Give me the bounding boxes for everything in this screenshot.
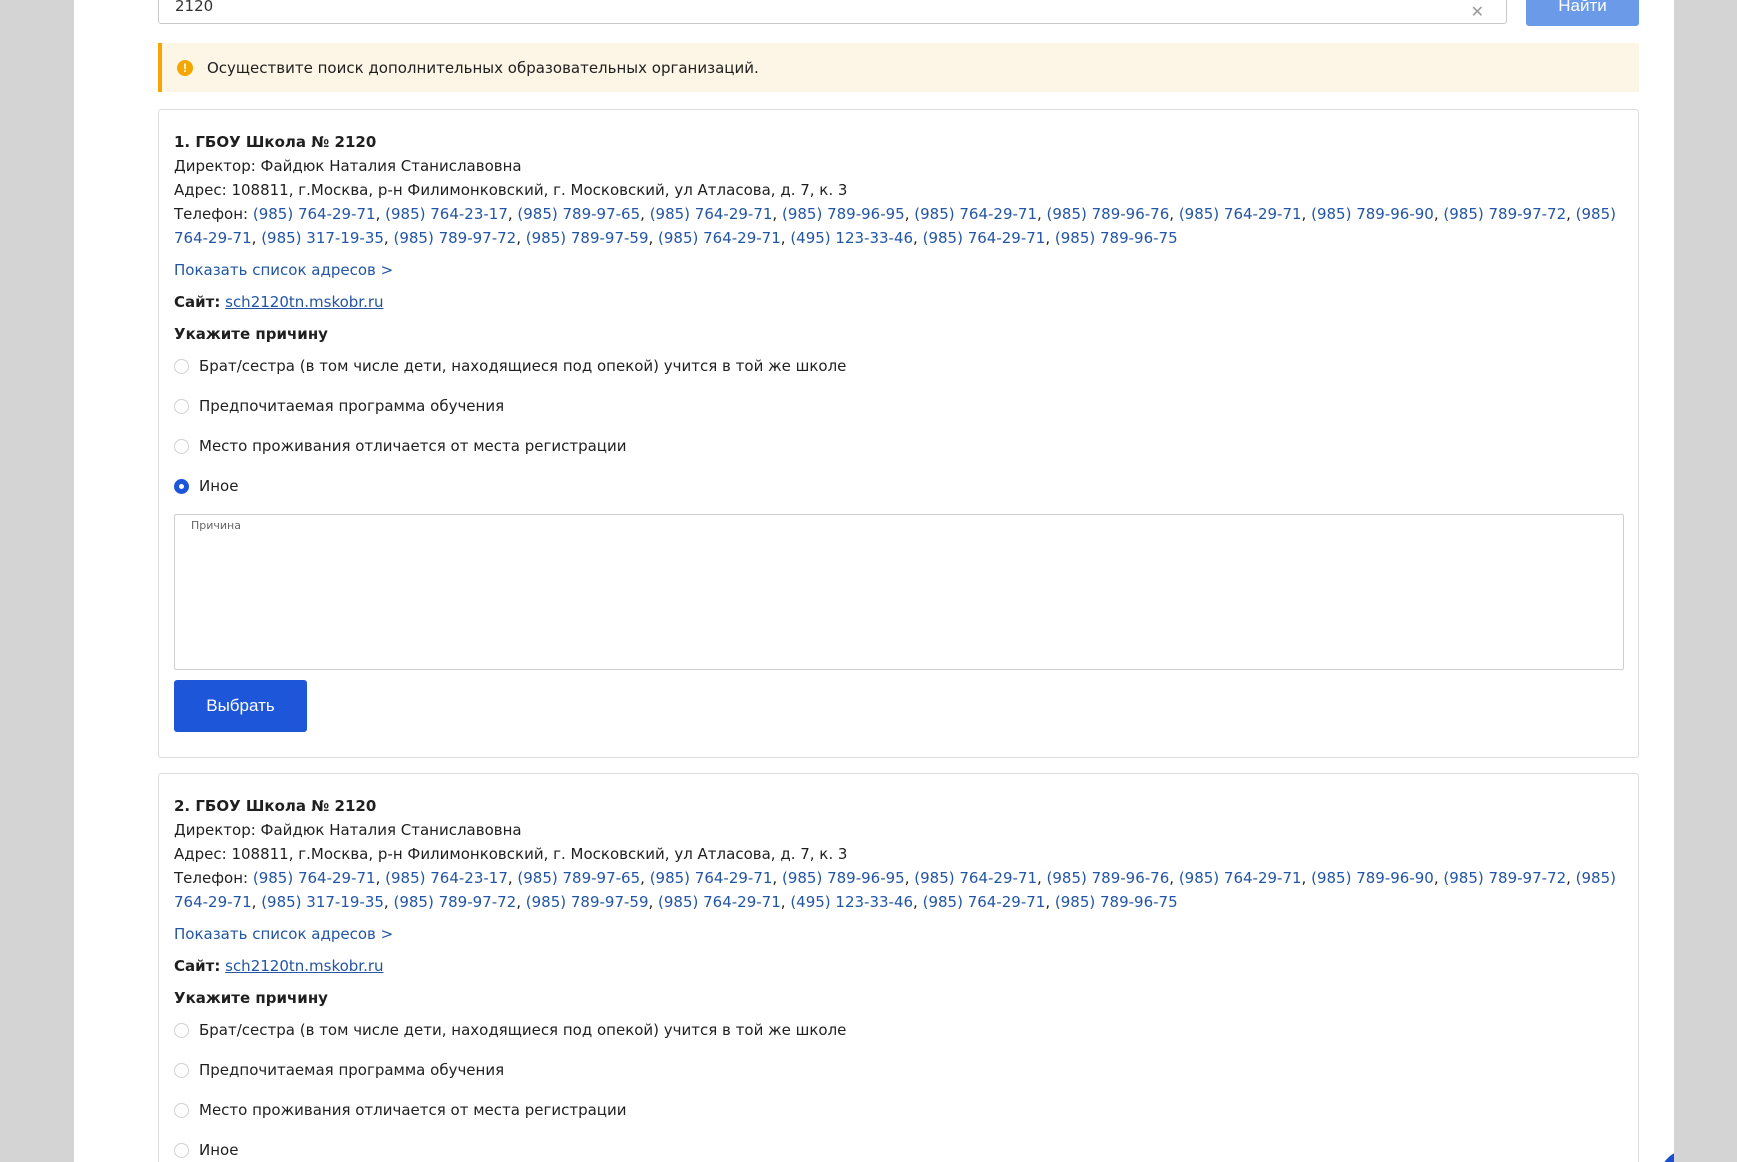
radio-button[interactable] <box>174 1102 189 1118</box>
phone-link[interactable]: (985) 789-96-76 <box>1047 205 1170 223</box>
school-director: Директор: Файдюк Наталия Станиславовна <box>174 157 522 175</box>
phone-link[interactable]: (985) 764-29-71 <box>923 893 1046 911</box>
search-input[interactable]: 2120 ✕ <box>158 0 1507 24</box>
info-notice: ! Осуществите поиск дополнительных образ… <box>158 43 1639 92</box>
reason-label: Предпочитаемая программа обучения <box>199 397 505 415</box>
reason-option[interactable]: Место проживания отличается от места рег… <box>174 1090 1624 1130</box>
reason-option[interactable]: Брат/сестра (в том числе дети, находящие… <box>174 346 1624 386</box>
reason-label: Иное <box>199 1141 239 1159</box>
phone-link[interactable]: (985) 789-96-75 <box>1055 229 1178 247</box>
reason-option[interactable]: Предпочитаемая программа обучения <box>174 1050 1624 1090</box>
radio-button[interactable] <box>174 1062 189 1078</box>
phone-link[interactable]: (985) 764-29-71 <box>658 229 781 247</box>
school-director: Директор: Файдюк Наталия Станиславовна <box>174 821 522 839</box>
phone-link[interactable]: (985) 789-97-72 <box>393 893 516 911</box>
page-content: 2120 ✕ Найти ! Осуществите поиск дополни… <box>74 0 1674 1162</box>
notice-text: Осуществите поиск дополнительных образов… <box>207 58 759 77</box>
phone-link[interactable]: (985) 764-29-71 <box>253 869 376 887</box>
radio-button[interactable] <box>174 358 189 374</box>
radio-button[interactable] <box>174 1022 189 1038</box>
reason-label: Брат/сестра (в том числе дети, находящие… <box>199 357 847 375</box>
phone-link[interactable]: (985) 764-29-71 <box>253 205 376 223</box>
phone-link[interactable]: (985) 764-29-71 <box>923 229 1046 247</box>
select-button[interactable]: Выбрать <box>174 680 307 732</box>
phone-link[interactable]: (985) 789-97-59 <box>526 229 649 247</box>
search-value: 2120 <box>175 0 214 15</box>
phone-link[interactable]: (985) 764-29-71 <box>914 205 1037 223</box>
phone-link[interactable]: (985) 764-29-71 <box>1179 869 1302 887</box>
site-label: Сайт: <box>174 957 221 975</box>
reason-title: Укажите причину <box>174 325 328 343</box>
phone-link[interactable]: (985) 789-97-72 <box>393 229 516 247</box>
phone-prefix: Телефон: <box>174 869 253 887</box>
phone-link[interactable]: (985) 764-23-17 <box>385 205 508 223</box>
radio-button[interactable] <box>174 438 189 454</box>
phone-link[interactable]: (985) 789-97-72 <box>1443 869 1566 887</box>
phone-link[interactable]: (985) 764-29-71 <box>650 869 773 887</box>
reason-title: Укажите причину <box>174 989 328 1007</box>
clear-icon[interactable]: ✕ <box>1471 0 1484 31</box>
reason-option[interactable]: Предпочитаемая программа обучения <box>174 386 1624 426</box>
phone-link[interactable]: (985) 764-29-71 <box>658 893 781 911</box>
phone-link[interactable]: (985) 789-96-90 <box>1311 869 1434 887</box>
radio-button-selected[interactable] <box>174 478 189 494</box>
phone-link[interactable]: (985) 764-23-17 <box>385 869 508 887</box>
radio-button[interactable] <box>174 398 189 414</box>
reason-label: Место проживания отличается от места рег… <box>199 437 627 455</box>
warning-icon: ! <box>177 59 193 76</box>
phone-link[interactable]: (985) 764-29-71 <box>914 869 1037 887</box>
phone-link[interactable]: (985) 789-96-95 <box>782 205 905 223</box>
radio-button[interactable] <box>174 1142 189 1158</box>
reason-textarea[interactable]: Причина <box>174 514 1624 670</box>
phone-prefix: Телефон: <box>174 205 253 223</box>
school-card-1: 1. ГБОУ Школа № 2120 Директор: Файдюк На… <box>158 109 1639 758</box>
phone-link[interactable]: (985) 789-96-90 <box>1311 205 1434 223</box>
site-link[interactable]: sch2120tn.mskobr.ru <box>225 957 383 975</box>
school-phones: Телефон: (985) 764-29-71, (985) 764-23-1… <box>174 869 1616 911</box>
school-address: Адрес: 108811, г.Москва, р-н Филимонковс… <box>174 181 848 199</box>
phone-link[interactable]: (985) 317-19-35 <box>261 893 384 911</box>
phone-link[interactable]: (985) 789-97-65 <box>517 205 640 223</box>
search-button[interactable]: Найти <box>1526 0 1639 26</box>
chat-button[interactable] <box>1657 1147 1674 1162</box>
reason-label: Иное <box>199 477 239 495</box>
school-phones: Телефон: (985) 764-29-71, (985) 764-23-1… <box>174 205 1616 247</box>
phone-link[interactable]: (985) 789-97-65 <box>517 869 640 887</box>
phone-link[interactable]: (985) 764-29-71 <box>650 205 773 223</box>
school-address: Адрес: 108811, г.Москва, р-н Филимонковс… <box>174 845 848 863</box>
phone-link[interactable]: (495) 123-33-46 <box>790 229 913 247</box>
reason-label: Брат/сестра (в том числе дети, находящие… <box>199 1021 847 1039</box>
phone-link[interactable]: (985) 789-97-59 <box>526 893 649 911</box>
reason-option[interactable]: Место проживания отличается от места рег… <box>174 426 1624 466</box>
phone-link[interactable]: (985) 764-29-71 <box>1179 205 1302 223</box>
reason-option[interactable]: Брат/сестра (в том числе дети, находящие… <box>174 1010 1624 1050</box>
reason-option[interactable]: Иное <box>174 1130 1624 1162</box>
school-card-2: 2. ГБОУ Школа № 2120 Директор: Файдюк На… <box>158 773 1639 1162</box>
site-label: Сайт: <box>174 293 221 311</box>
school-title: 1. ГБОУ Школа № 2120 <box>174 133 377 151</box>
school-title: 2. ГБОУ Школа № 2120 <box>174 797 377 815</box>
phone-link[interactable]: (985) 789-96-95 <box>782 869 905 887</box>
phone-link[interactable]: (985) 789-96-75 <box>1055 893 1178 911</box>
phone-link[interactable]: (985) 317-19-35 <box>261 229 384 247</box>
site-row: Сайт: sch2120tn.mskobr.ru <box>174 290 1624 314</box>
reason-option[interactable]: Иное <box>174 466 1624 506</box>
site-row: Сайт: sch2120tn.mskobr.ru <box>174 954 1624 978</box>
reason-label: Предпочитаемая программа обучения <box>199 1061 505 1079</box>
phone-link[interactable]: (985) 789-97-72 <box>1443 205 1566 223</box>
textarea-label: Причина <box>191 519 241 532</box>
phone-link[interactable]: (985) 789-96-76 <box>1047 869 1170 887</box>
phone-link[interactable]: (495) 123-33-46 <box>790 893 913 911</box>
reason-label: Место проживания отличается от места рег… <box>199 1101 627 1119</box>
show-addresses-link[interactable]: Показать список адресов > <box>174 258 1624 282</box>
show-addresses-link[interactable]: Показать список адресов > <box>174 922 1624 946</box>
search-row: 2120 ✕ Найти <box>158 0 1639 26</box>
site-link[interactable]: sch2120tn.mskobr.ru <box>225 293 383 311</box>
